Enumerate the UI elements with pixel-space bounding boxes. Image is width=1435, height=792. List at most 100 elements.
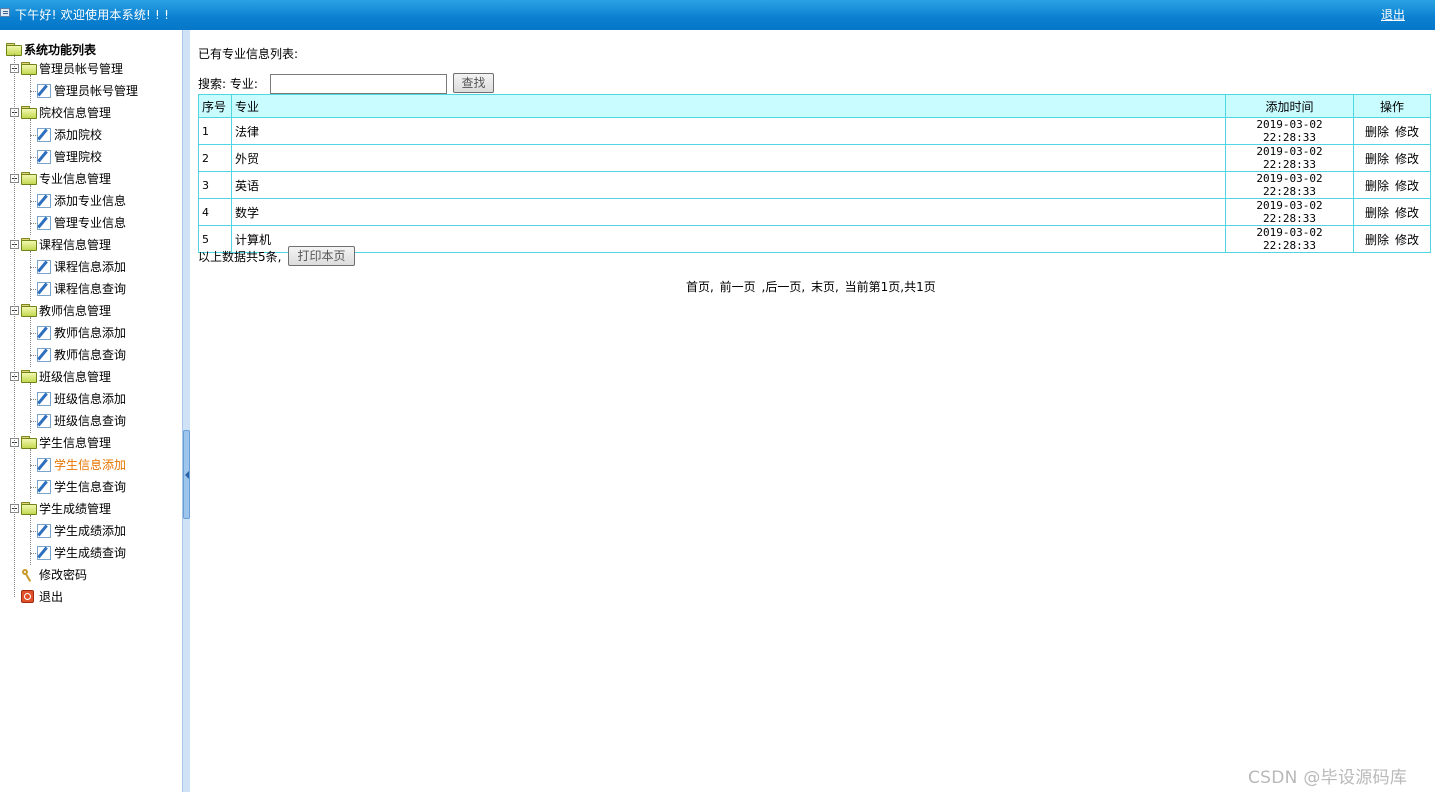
cell-actions: 删除 修改 [1353, 117, 1431, 145]
sidebar-item[interactable]: 管理员帐号管理 [37, 81, 138, 101]
edit-page-icon [37, 348, 51, 362]
edit-link[interactable]: 修改 [1395, 233, 1419, 247]
edit-link[interactable]: 修改 [1395, 152, 1419, 166]
sidebar-item[interactable]: 学生信息添加 [37, 455, 126, 475]
sidebar-item[interactable]: 班级信息添加 [37, 389, 126, 409]
sidebar-item-label: 学生成绩添加 [54, 524, 127, 538]
collapse-sidebar-handle[interactable] [183, 430, 190, 519]
folder-open-icon [21, 172, 37, 185]
sidebar-item[interactable]: 班级信息查询 [37, 411, 126, 431]
table-body: 1 法律 2019-03-02 22:28:33 删除 修改 2 外贸 2019-03-02 … [198, 117, 1431, 253]
col-header-no: 序号 [198, 94, 232, 118]
search-button[interactable]: 查找 [453, 73, 494, 93]
cell-time: 2019-03-02 22:28:33 [1225, 117, 1354, 145]
sidebar-item[interactable]: 学生信息查询 [37, 477, 126, 497]
folder-open-icon [21, 502, 37, 515]
pager-next[interactable]: ,后一页, [762, 280, 806, 294]
delete-link[interactable]: 删除 [1365, 152, 1389, 166]
sidebar-item-label: 管理专业信息 [54, 216, 127, 230]
tree-connector [30, 421, 38, 422]
sidebar-group-6[interactable]: 学生信息管理 [10, 433, 111, 453]
major-search-input[interactable] [270, 74, 447, 94]
sidebar-item[interactable]: 学生成绩添加 [37, 521, 126, 541]
sidebar-item-label: 学生成绩查询 [54, 546, 127, 560]
pager-first[interactable]: 首页, [686, 280, 714, 294]
pager-last[interactable]: 末页, [811, 280, 839, 294]
sidebar-item[interactable]: 学生成绩查询 [37, 543, 126, 563]
sidebar-item-label: 修改密码 [39, 568, 88, 582]
tree-connector [30, 157, 38, 158]
pager-prev[interactable]: 前一页 [720, 280, 756, 294]
col-header-major: 专业 [231, 94, 1226, 118]
sidebar-item[interactable]: 管理专业信息 [37, 213, 126, 233]
print-page-button[interactable]: 打印本页 [288, 246, 355, 266]
sidebar-item[interactable]: 课程信息查询 [37, 279, 126, 299]
tree-connector [30, 185, 31, 235]
sidebar: 系统功能列表 管理员帐号管理 管理员帐号管理院校信息管理 添加院校管理院校专业信息管… [0, 30, 182, 792]
edit-link[interactable]: 修改 [1395, 206, 1419, 220]
sidebar-group-4[interactable]: 教师信息管理 [10, 301, 111, 321]
delete-link[interactable]: 删除 [1365, 233, 1389, 247]
sidebar-group-label: 学生信息管理 [39, 436, 112, 450]
tree-connector [30, 75, 31, 103]
folder-open-icon [21, 62, 37, 75]
tree-connector [30, 223, 38, 224]
sidebar-group-3[interactable]: 课程信息管理 [10, 235, 111, 255]
cell-time: 2019-03-02 22:28:33 [1225, 198, 1354, 226]
edit-link[interactable]: 修改 [1395, 125, 1419, 139]
sidebar-group-0[interactable]: 管理员帐号管理 [10, 59, 123, 79]
sidebar-group-1[interactable]: 院校信息管理 [10, 103, 111, 123]
sidebar-item[interactable]: 添加院校 [37, 125, 102, 145]
cell-time: 2019-03-02 22:28:33 [1225, 144, 1354, 172]
delete-link[interactable]: 删除 [1365, 125, 1389, 139]
edit-page-icon [37, 546, 51, 560]
edit-page-icon [37, 194, 51, 208]
tree-root[interactable]: 系统功能列表 [6, 41, 96, 58]
col-header-actions: 操作 [1353, 94, 1431, 118]
logout-link[interactable]: 退出 [1381, 6, 1405, 23]
pager-status: 当前第1页,共1页 [844, 280, 936, 294]
tree-connector [30, 201, 38, 202]
main-content: 已有专业信息列表: 搜索: 专业: 查找 序号 专业 添加时间 操作 1 法律 20… [190, 30, 1435, 792]
sidebar-item[interactable]: 添加专业信息 [37, 191, 126, 211]
edit-page-icon [37, 128, 51, 142]
cell-actions: 删除 修改 [1353, 225, 1431, 253]
cell-major: 计算机 [231, 225, 1226, 253]
tree-connector [30, 91, 38, 92]
edit-link[interactable]: 修改 [1395, 179, 1419, 193]
sidebar-item-label: 课程信息添加 [54, 260, 127, 274]
tree-connector [30, 399, 38, 400]
cell-major: 法律 [231, 117, 1226, 145]
folder-open-icon [21, 304, 37, 317]
col-header-time: 添加时间 [1225, 94, 1354, 118]
cell-time: 2019-03-02 22:28:33 [1225, 225, 1354, 253]
table-row: 3 英语 2019-03-02 22:28:33 删除 修改 [198, 171, 1431, 199]
delete-link[interactable]: 删除 [1365, 206, 1389, 220]
tree-connector [30, 487, 38, 488]
sidebar-group-5[interactable]: 班级信息管理 [10, 367, 111, 387]
edit-page-icon [37, 84, 51, 98]
cell-no: 1 [198, 117, 232, 145]
delete-link[interactable]: 删除 [1365, 179, 1389, 193]
sidebar-item-label: 添加专业信息 [54, 194, 127, 208]
sidebar-item-label: 学生信息查询 [54, 480, 127, 494]
sidebar-item-logout[interactable]: 退出 [21, 587, 63, 607]
sidebar-item-label: 退出 [39, 590, 64, 604]
sidebar-item-label: 管理院校 [54, 150, 103, 164]
sidebar-item-change-password[interactable]: 修改密码 [21, 565, 87, 585]
sidebar-item[interactable]: 课程信息添加 [37, 257, 126, 277]
sidebar-group-7[interactable]: 学生成绩管理 [10, 499, 111, 519]
key-icon [21, 568, 35, 582]
sidebar-item[interactable]: 教师信息添加 [37, 323, 126, 343]
edit-page-icon [37, 458, 51, 472]
edit-page-icon [37, 392, 51, 406]
sidebar-item[interactable]: 管理院校 [37, 147, 102, 167]
cell-time: 2019-03-02 22:28:33 [1225, 171, 1354, 199]
sidebar-group-label: 院校信息管理 [39, 106, 112, 120]
sidebar-group-2[interactable]: 专业信息管理 [10, 169, 111, 189]
tree-root-label: 系统功能列表 [24, 43, 97, 57]
sidebar-splitter[interactable] [182, 30, 190, 792]
sidebar-item-label: 添加院校 [54, 128, 103, 142]
sidebar-item[interactable]: 教师信息查询 [37, 345, 126, 365]
top-bar: 下午好! 欢迎使用本系统! ! ! 退出 [0, 0, 1435, 30]
